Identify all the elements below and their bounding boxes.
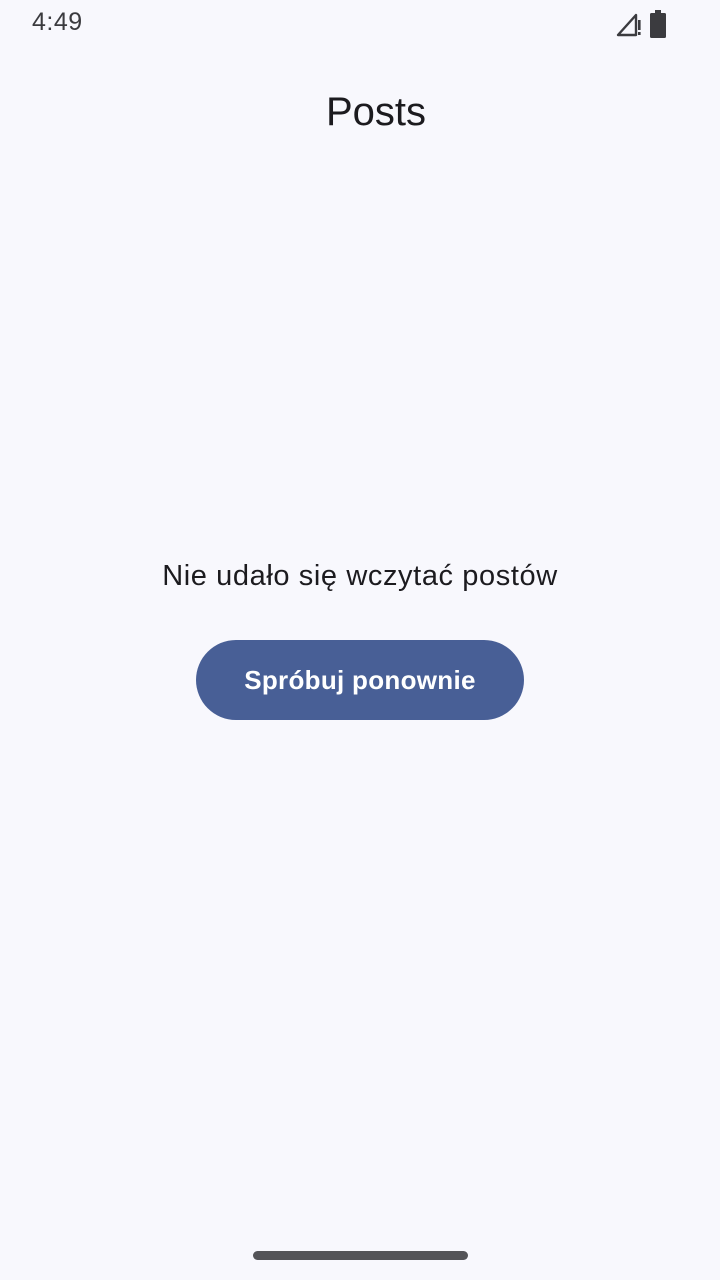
status-icons	[616, 10, 666, 38]
battery-icon	[650, 10, 666, 38]
page-title: Posts	[325, 89, 427, 134]
error-state: Nie udało się wczytać postów Spróbuj pon…	[0, 550, 720, 720]
top-app-bar: Posts	[0, 76, 720, 148]
error-message: Nie udało się wczytać postów	[162, 560, 558, 592]
status-bar: 4:49	[0, 0, 720, 48]
retry-button[interactable]: Spróbuj ponownie	[196, 640, 524, 720]
gesture-navigation-handle[interactable]	[253, 1251, 468, 1260]
signal-no-data-icon	[616, 11, 642, 37]
status-time: 4:49	[32, 8, 83, 36]
